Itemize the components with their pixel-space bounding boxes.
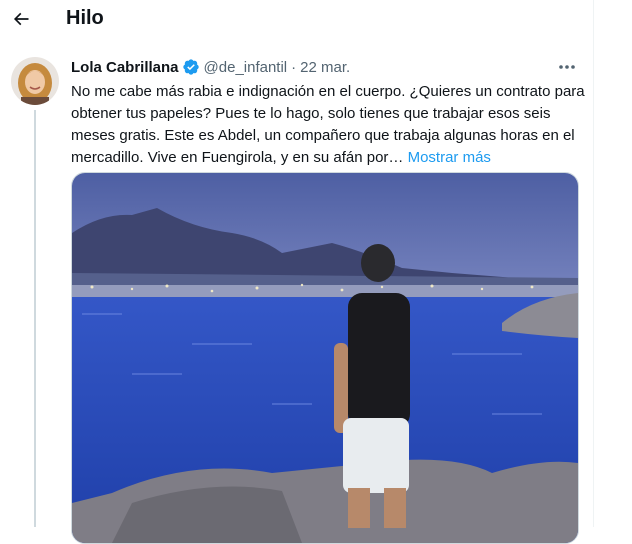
tweet-photo[interactable]	[71, 172, 579, 544]
arrow-left-icon	[13, 12, 29, 26]
author-name[interactable]: Lola Cabrillana	[71, 59, 179, 76]
tweet-body: No me cabe más rabia e indignación en el…	[71, 83, 585, 166]
verified-badge-icon	[182, 59, 199, 75]
tweet-date[interactable]: 22 mar.	[300, 59, 350, 76]
back-button[interactable]	[4, 2, 38, 36]
separator-dot: ·	[291, 58, 297, 76]
page-title: Hilo	[66, 7, 104, 29]
show-more-link[interactable]: Mostrar más	[408, 149, 491, 166]
column-divider	[593, 0, 594, 527]
more-dots-icon	[559, 65, 575, 69]
thread-line	[34, 110, 36, 527]
tweet-header: Lola Cabrillana @de_infantil · 22 mar.	[71, 58, 350, 76]
avatar[interactable]	[11, 57, 59, 105]
author-handle[interactable]: @de_infantil	[204, 59, 288, 76]
more-options-button[interactable]	[552, 56, 582, 78]
tweet-text: No me cabe más rabia e indignación en el…	[71, 81, 586, 169]
thread-header: Hilo	[0, 0, 593, 40]
